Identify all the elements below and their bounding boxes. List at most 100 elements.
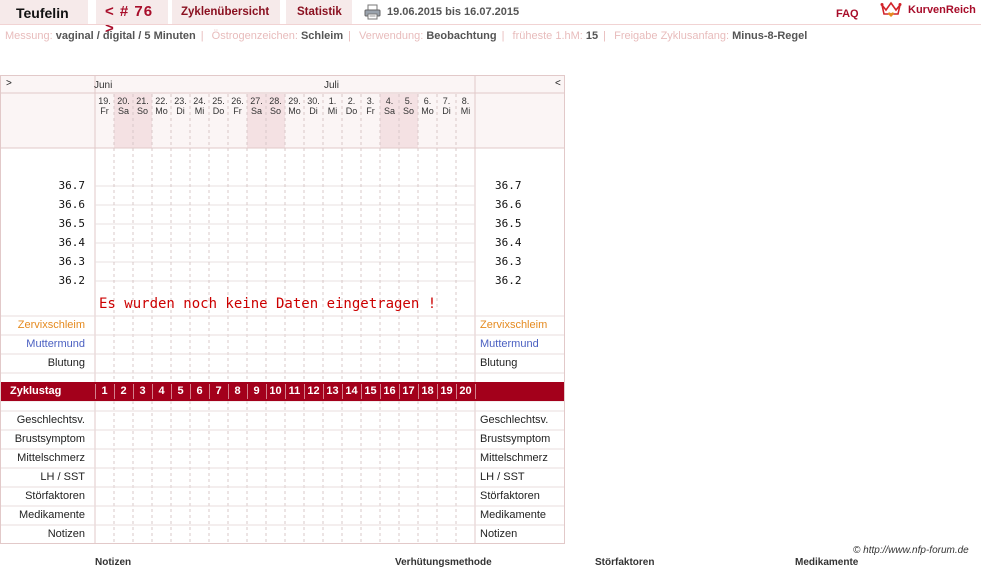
temp-tick-right: 36.7 [495,179,522,192]
cycle-bar-divider [95,384,96,399]
cycle-bar-divider [209,384,210,399]
day-header-cell: 26. Fr [228,96,247,116]
day-header-cell: 28. So [266,96,285,116]
temp-tick-right: 36.3 [495,255,522,268]
cycle-day-number: 3 [139,385,146,397]
day-header-cell: 4. Sa [380,96,399,116]
divider [0,24,981,25]
no-data-message: Es wurden noch keine Daten eingetragen ! [99,296,437,312]
measurement-label: Messung: [5,30,53,42]
weekday: Di [309,106,318,116]
day-number: 29. [288,96,301,106]
temp-tick-left: 36.2 [58,274,86,287]
day-number: 30. [307,96,320,106]
weekday: Sa [117,106,129,116]
weekday: Mo [421,106,434,116]
symptom-row-label-right: LH / SST [480,471,525,483]
cycle-meta-line: Messung: vaginal / digital / 5 Minuten | … [5,30,808,42]
symptom-row-label: Brustsymptom [14,433,85,445]
day-number: 8. [461,96,470,106]
weekday: Mo [288,106,301,116]
symptom-row-label: LH / SST [40,471,85,483]
temp-tick-left: 36.6 [58,198,86,211]
cycle-navigation[interactable]: < # 76 > [96,0,168,37]
weekday: Mo [155,106,168,116]
day-header-cell: 5. So [399,96,418,116]
tab-statistics[interactable]: Statistik [286,0,352,24]
cycle-day-number: 15 [364,385,377,397]
cycle-day-number: 2 [120,385,127,397]
weekday: Do [212,106,225,116]
day-header-cell: 23. Di [171,96,190,116]
cycle-bar-divider [171,384,172,399]
printer-icon[interactable] [364,4,381,20]
cycle-day-number: 1 [101,385,108,397]
tab-cycle-overview[interactable]: Zyklenübersicht [172,0,280,24]
row-label-muttermund: Muttermund [26,338,85,350]
cycle-bar-divider [437,384,438,399]
day-header-cell: 22. Mo [152,96,171,116]
symptom-row-label-right: Geschlechtsv. [480,414,549,426]
cycle-day-number: 10 [269,385,282,397]
cycle-bar-divider [285,384,286,399]
faq-link[interactable]: FAQ [836,8,859,20]
cycle-bar-divider [247,384,248,399]
weekday: Di [442,106,451,116]
username: Teufelin [0,0,88,24]
cycle-bar-divider [323,384,324,399]
cycle-day-number: 16 [383,385,396,397]
cycle-bar-divider [228,384,229,399]
cycle-bar-divider [399,384,400,399]
day-number: 21. [136,96,149,106]
weekday: Fr [366,106,375,116]
weekday: Mi [194,106,205,116]
day-header-cell: 20. Sa [114,96,133,116]
day-header-cell: 8. Mi [456,96,475,116]
symptom-row-label: Geschlechtsv. [16,414,85,426]
crown-heart-icon[interactable] [880,1,902,19]
cycle-bar-divider [133,384,134,399]
day-header-cell: 25. Do [209,96,228,116]
weekday: Di [176,106,185,116]
cycle-day-number: 6 [196,385,203,397]
day-number: 22. [155,96,168,106]
weekday: Sa [383,106,395,116]
cycle-bar-divider [152,384,153,399]
temp-tick-right: 36.4 [495,236,522,249]
day-number: 25. [212,96,225,106]
weekday: Fr [100,106,109,116]
cycle-day-number: 18 [421,385,434,397]
weekday: Fr [233,106,242,116]
release-value: Minus-8-Regel [732,30,808,42]
day-header-cell: 3. Fr [361,96,380,116]
cycle-day-number: 17 [402,385,415,397]
cycle-day-number: 4 [158,385,165,397]
earliest-label: früheste 1.hM: [512,30,583,42]
cycle-bar-divider [266,384,267,399]
row-label-right-muttermund: Muttermund [480,338,539,350]
day-header-cell: 19. Fr [95,96,114,116]
row-label-blutung: Blutung [47,357,85,369]
cycle-day-number: 11 [288,385,301,397]
day-number: 7. [442,96,451,106]
cycle-day-bar: Zyklustag 1 2 3 4 5 6 7 8 9 10 11 12 13 14 15 16 17 18 19 2… [1,382,564,401]
symptom-row-label: Störfaktoren [25,490,85,502]
cycle-day-number: 20 [459,385,472,397]
row-label-right-zervixschleim: Zervixschleim [480,319,548,331]
temp-tick-left: 36.7 [58,179,86,192]
cycle-bar-divider [190,384,191,399]
cycle-day-number: 14 [345,385,358,397]
weekday: So [402,106,414,116]
cycle-day-number: 12 [307,385,320,397]
weekday: So [269,106,281,116]
temp-tick-right: 36.2 [495,274,522,287]
cycle-bar-divider [304,384,305,399]
day-number: 4. [385,96,394,106]
symptom-row-label-right: Notizen [480,528,518,540]
logo-text[interactable]: KurvenReich [908,4,976,16]
day-header-cell: 6. Mo [418,96,437,116]
previous-cycle-button[interactable]: > [6,78,12,89]
next-cycle-button[interactable]: < [555,78,561,89]
day-number: 20. [117,96,130,106]
day-header-cell: 7. Di [437,96,456,116]
